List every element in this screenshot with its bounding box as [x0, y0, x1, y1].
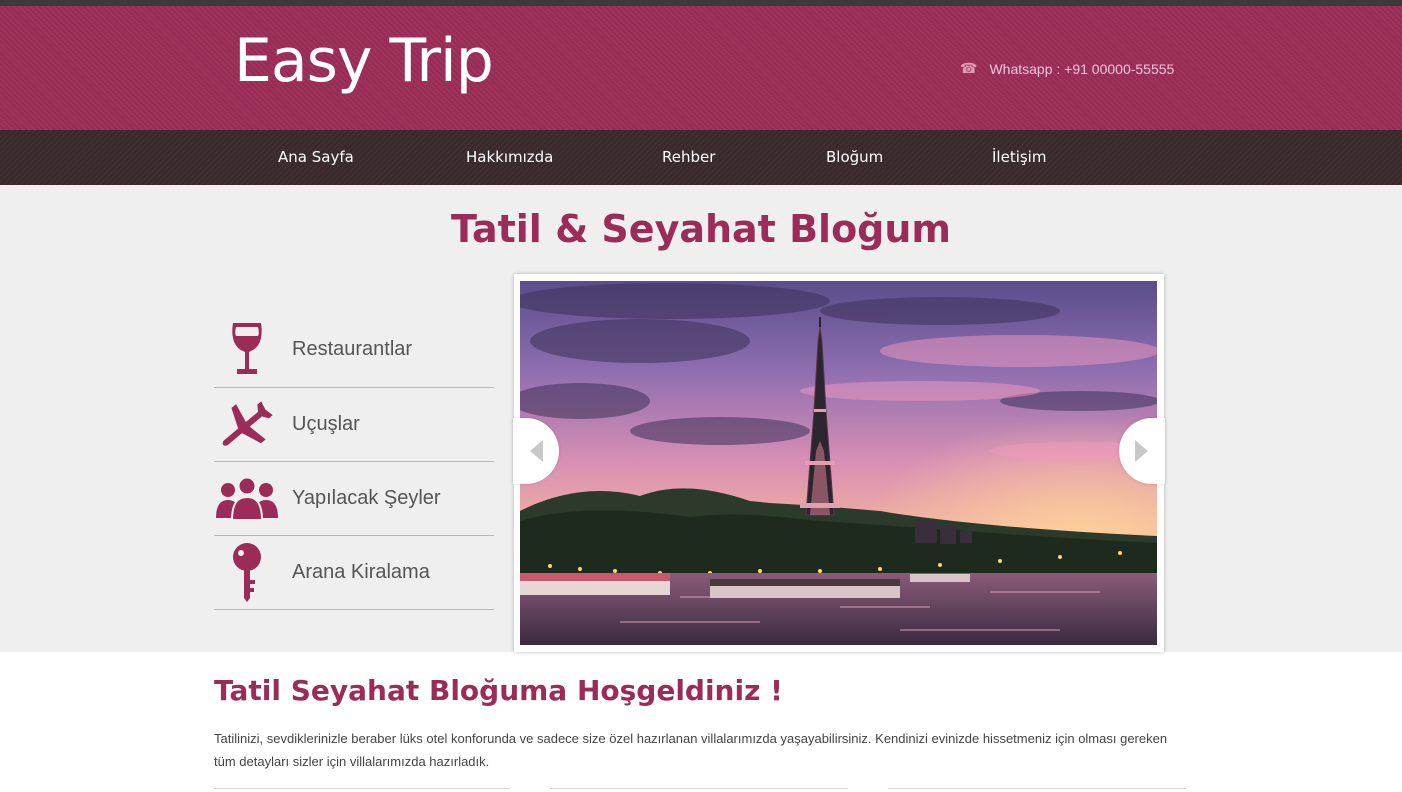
arrow-left-icon [530, 440, 543, 462]
divider [550, 788, 848, 789]
category-label: Arana Kiralama [292, 561, 430, 583]
divider [214, 788, 510, 789]
main-nav: Ana Sayfa Hakkımızda Rehber Bloğum İleti… [0, 130, 1402, 185]
nav-item-iletisim[interactable]: İletişim [992, 148, 1046, 166]
category-restaurantlar[interactable]: Restaurantlar [214, 311, 494, 388]
whatsapp-number[interactable]: Whatsapp : +91 00000-55555 [989, 61, 1174, 77]
hero-title: Tatil & Seyahat Bloğum [450, 207, 952, 251]
welcome-section: Tatil Seyahat Bloğuma Hoşgeldiniz ! Tati… [214, 674, 1194, 773]
phone-icon: ☎ [960, 60, 978, 76]
hero-section: Tatil & Seyahat Bloğum Restaurantlar Uçu… [0, 185, 1402, 652]
arrow-right-icon [1135, 440, 1148, 462]
category-yapilacak-seyler[interactable]: Yapılacak Şeyler [214, 462, 494, 536]
nav-item-blogum[interactable]: Bloğum [826, 148, 883, 166]
nav-item-ana-sayfa[interactable]: Ana Sayfa [278, 148, 354, 166]
image-slider [513, 274, 1165, 652]
category-list: Restaurantlar Uçuşlar Yapılacak Şeyler A… [214, 311, 494, 610]
people-icon [214, 467, 280, 531]
category-label: Uçuşlar [292, 413, 360, 435]
site-logo[interactable]: Easy Trip [234, 26, 494, 96]
category-arana-kiralama[interactable]: Arana Kiralama [214, 536, 494, 610]
divider [888, 788, 1186, 789]
eiffel-tower-sunset-photo [520, 281, 1157, 645]
nav-item-rehber[interactable]: Rehber [662, 148, 715, 166]
category-ucuslar[interactable]: Uçuşlar [214, 388, 494, 462]
contact-info: ☎ Whatsapp : +91 00000-55555 [960, 60, 1174, 77]
welcome-text: Tatilinizi, sevdiklerinizle beraber lüks… [214, 731, 1168, 769]
category-label: Yapılacak Şeyler [292, 487, 441, 509]
nav-item-hakkimizda[interactable]: Hakkımızda [466, 148, 553, 166]
welcome-title: Tatil Seyahat Bloğuma Hoşgeldiniz ! [214, 674, 783, 707]
category-label: Restaurantlar [292, 337, 413, 360]
airplane-icon [214, 393, 280, 457]
key-icon [214, 541, 280, 605]
wine-glass-icon [214, 317, 280, 381]
section-dividers [214, 788, 1186, 789]
site-header: Easy Trip ☎ Whatsapp : +91 00000-55555 [0, 6, 1402, 130]
